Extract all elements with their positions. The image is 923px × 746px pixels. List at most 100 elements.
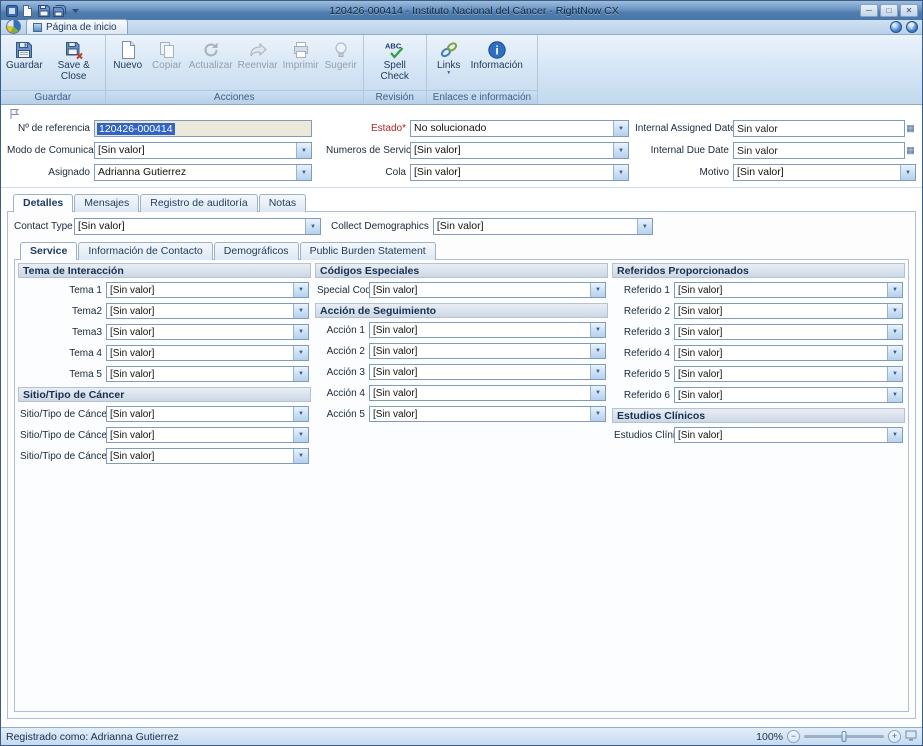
referido-4-dropdown[interactable]: [Sin valor] ▼ [674, 345, 903, 361]
guardar-button[interactable]: Guardar [4, 37, 45, 72]
zoom-slider[interactable] [804, 735, 884, 738]
home-tab-label: Página de inicio [46, 22, 117, 33]
spell-check-button[interactable]: ABC Spell Check [367, 37, 423, 83]
detail-area: Detalles Mensajes Registro de auditoría … [7, 193, 916, 719]
referido-3-dropdown[interactable]: [Sin valor] ▼ [674, 324, 903, 340]
accion-2-dropdown[interactable]: [Sin valor] ▼ [369, 343, 606, 359]
field-row: Referido 6 [Sin valor] ▼ [614, 387, 903, 403]
new-page-icon[interactable] [21, 4, 34, 17]
close-button[interactable]: ✕ [900, 4, 918, 17]
accion-3-dropdown[interactable]: [Sin valor] ▼ [369, 364, 606, 380]
chevron-down-icon: ▼ [637, 219, 652, 234]
save-all-icon[interactable] [53, 4, 66, 17]
motivo-dropdown[interactable]: [Sin valor] ▼ [733, 164, 916, 181]
chevron-down-icon: ▼ [293, 367, 308, 381]
section-header-referidos: Referidos Proporcionados [612, 263, 905, 278]
section-header-estudios: Estudios Clínicos [612, 408, 905, 423]
reenviar-button[interactable]: Reenviar [236, 37, 280, 72]
ribbon-button-label: Spell Check [369, 60, 421, 82]
tema-2-dropdown[interactable]: [Sin valor] ▼ [106, 303, 309, 319]
sugerir-button[interactable]: Sugerir [322, 37, 360, 72]
referido-2-dropdown[interactable]: [Sin valor] ▼ [674, 303, 903, 319]
internal-due-date-field[interactable]: Sin valor [733, 142, 905, 159]
tab-mensajes[interactable]: Mensajes [74, 194, 139, 212]
calendar-icon[interactable]: ▦ [905, 142, 916, 159]
screen-fit-icon[interactable] [905, 730, 917, 744]
field-label: Tema3 [20, 327, 106, 338]
referido-6-dropdown[interactable]: [Sin valor] ▼ [674, 387, 903, 403]
actualizar-button[interactable]: Actualizar [187, 37, 235, 72]
referido-5-dropdown[interactable]: [Sin valor] ▼ [674, 366, 903, 382]
cola-dropdown[interactable]: [Sin valor] ▼ [410, 164, 629, 181]
window-controls: ─ □ ✕ [858, 4, 918, 17]
numeros-de-servicio-dropdown[interactable]: [Sin valor] ▼ [410, 142, 629, 159]
asignado-dropdown[interactable]: Adrianna Gutierrez ▼ [94, 164, 312, 181]
accion-1-dropdown[interactable]: [Sin valor] ▼ [369, 322, 606, 338]
special-code-dropdown[interactable]: [Sin valor] ▼ [369, 282, 606, 298]
zoom-in-button[interactable]: + [888, 730, 901, 743]
field-label: Nº de referencia [7, 123, 94, 134]
nuevo-button[interactable]: Nuevo [109, 37, 147, 72]
chevron-down-icon: ▼ [887, 388, 902, 402]
save-icon [14, 39, 34, 60]
tema-5-dropdown[interactable]: [Sin valor] ▼ [106, 366, 309, 382]
links-button[interactable]: Links ▼ [430, 37, 468, 77]
contact-type-dropdown[interactable]: [Sin valor] ▼ [74, 218, 321, 235]
field-row: Referido 2 [Sin valor] ▼ [614, 303, 903, 319]
referido-1-dropdown[interactable]: [Sin valor] ▼ [674, 282, 903, 298]
qat-menu-chevron-icon[interactable] [69, 4, 82, 17]
tab-informacion-de-contacto[interactable]: Información de Contacto [78, 242, 212, 260]
copiar-button[interactable]: Copiar [148, 37, 186, 72]
chevron-down-icon: ▼ [887, 367, 902, 381]
chevron-down-icon: ▼ [590, 283, 605, 297]
tab-notas[interactable]: Notas [259, 194, 306, 212]
sitio-tipo-cancer-1-dropdown[interactable]: [Sin valor] ▼ [106, 406, 309, 422]
tab-demograficos[interactable]: Demográficos [214, 242, 299, 260]
help-icon[interactable]: ? [906, 21, 918, 33]
dropdown-value: [Sin valor] [675, 346, 887, 360]
sitio-tipo-cancer-2-dropdown[interactable]: [Sin valor] ▼ [106, 427, 309, 443]
accion-5-dropdown[interactable]: [Sin valor] ▼ [369, 406, 606, 422]
save-icon[interactable] [37, 4, 50, 17]
informacion-button[interactable]: i Información [469, 37, 525, 72]
zoom-slider-thumb[interactable] [842, 731, 847, 742]
app-icon[interactable] [5, 4, 18, 17]
tab-pagina-de-inicio[interactable]: Página de inicio [26, 19, 128, 34]
calendar-icon[interactable]: ▦ [905, 120, 916, 137]
workspace-content: Nº de referencia 120426-000414 Estado* N… [1, 105, 922, 727]
zoom-out-button[interactable]: − [787, 730, 800, 743]
field-row: Acción 5 [Sin valor] ▼ [317, 406, 606, 422]
minimize-button[interactable]: ─ [860, 4, 878, 17]
tema-3-dropdown[interactable]: [Sin valor] ▼ [106, 324, 309, 340]
tema-4-dropdown[interactable]: [Sin valor] ▼ [106, 345, 309, 361]
dropdown-value: [Sin valor] [370, 323, 590, 337]
tema-1-dropdown[interactable]: [Sin valor] ▼ [106, 282, 309, 298]
estudios-clinicos-dropdown[interactable]: [Sin valor] ▼ [674, 427, 903, 443]
tab-public-burden-statement[interactable]: Public Burden Statement [300, 242, 436, 260]
tab-registro-de-auditoria[interactable]: Registro de auditoría [140, 194, 257, 212]
tab-service[interactable]: Service [20, 242, 77, 260]
field-row: Special Code [Sin valor] ▼ [317, 282, 606, 298]
separator [1, 187, 922, 188]
modo-de-comunicarse-dropdown[interactable]: [Sin valor] ▼ [94, 142, 312, 159]
reference-number-field[interactable]: 120426-000414 [94, 120, 312, 137]
imprimir-button[interactable]: Imprimir [281, 37, 321, 72]
rightnow-logo-icon[interactable] [6, 19, 21, 34]
field-label: Numeros de Servicio [326, 145, 410, 156]
sitio-tipo-cancer-3-dropdown[interactable]: [Sin valor] ▼ [106, 448, 309, 464]
navigation-sphere-icon[interactable] [890, 21, 902, 33]
field-label: Acción 3 [317, 367, 369, 378]
field-row: Tema2 [Sin valor] ▼ [20, 303, 309, 319]
save-and-close-button[interactable]: Save & Close [46, 37, 102, 83]
accion-4-dropdown[interactable]: [Sin valor] ▼ [369, 385, 606, 401]
field-label: Referido 1 [614, 285, 674, 296]
maximize-button[interactable]: □ [880, 4, 898, 17]
internal-assigned-date-field[interactable]: Sin valor [733, 120, 905, 137]
estado-dropdown[interactable]: No solucionado ▼ [410, 120, 629, 137]
field-label: Estudios Clínicos [614, 430, 674, 441]
service-column-2: Códigos Especiales Special Code [Sin val… [315, 263, 608, 469]
field-label: Acción 2 [317, 346, 369, 357]
collect-demographics-dropdown[interactable]: [Sin valor] ▼ [433, 218, 653, 235]
field-label: Acción 4 [317, 388, 369, 399]
tab-detalles[interactable]: Detalles [13, 194, 73, 212]
